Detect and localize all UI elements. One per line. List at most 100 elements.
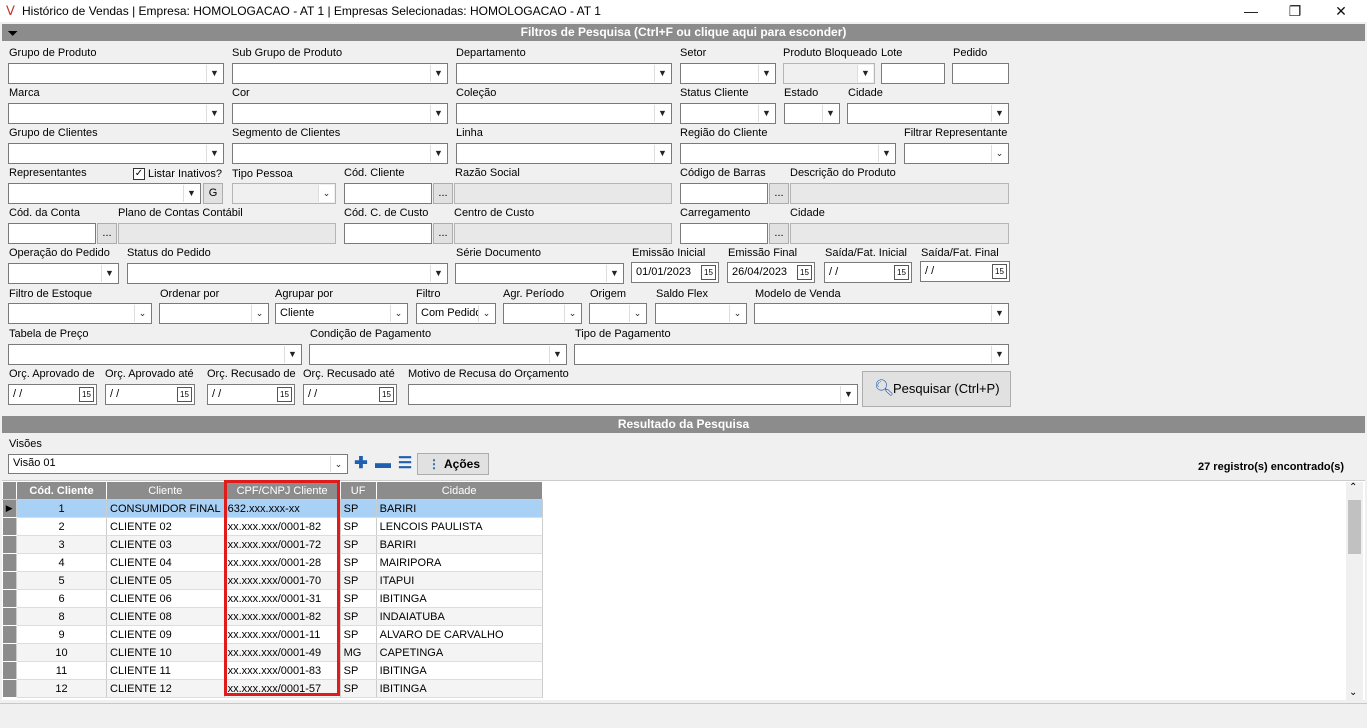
grupo-produto-select[interactable]: ▼ [8,63,224,84]
pedido-input[interactable] [952,63,1009,84]
orc-aprovado-ate-date[interactable]: / / 15 [105,384,195,405]
emissao-final-date[interactable]: 26/04/2023 15 [727,262,815,283]
colecao-select[interactable]: ▼ [456,103,672,124]
close-button[interactable]: ✕ [1318,0,1364,22]
lote-input[interactable] [881,63,945,84]
current-row-arrow-icon[interactable]: ▶ [2,499,17,518]
scroll-down-icon[interactable]: ⌄ [1349,687,1357,698]
linha-select[interactable]: ▼ [456,143,672,164]
serie-documento-select[interactable]: ▼ [455,263,624,284]
listar-inativos-checkbox[interactable]: ✓ [133,168,145,180]
agrupar-por-select[interactable]: Cliente ⌄ [275,303,408,324]
tipo-pagamento-select[interactable]: ▼ [574,344,1009,365]
marca-select[interactable]: ▼ [8,103,224,124]
orc-aprovado-de-date[interactable]: / / 15 [8,384,97,405]
calendar-icon[interactable]: 15 [992,264,1007,279]
carregamento-lookup-button[interactable]: ... [769,223,789,244]
grupo-clientes-select[interactable]: ▼ [8,143,224,164]
row-indicator[interactable] [2,625,17,644]
row-indicator[interactable] [2,643,17,662]
row-indicator[interactable] [2,589,17,608]
vertical-scrollbar[interactable]: ⌃ ⌄ [1346,482,1363,700]
saida-inicial-date[interactable]: / / 15 [824,262,912,283]
cell-uf: SP [340,589,377,608]
status-pedido-select[interactable]: ▼ [127,263,448,284]
column-header-cod-cliente[interactable]: Cód. Cliente [16,481,107,500]
regiao-cliente-select[interactable]: ▼ [680,143,896,164]
calendar-icon[interactable]: 15 [79,387,94,402]
g-button[interactable]: G [203,183,223,204]
setor-select[interactable]: ▼ [680,63,776,84]
calendar-icon[interactable]: 15 [177,387,192,402]
saida-final-date[interactable]: / / 15 [920,261,1010,282]
cod-conta-input[interactable] [8,223,96,244]
filtrar-representante-select[interactable]: ⌄ [904,143,1009,164]
tabela-preco-select[interactable]: ▼ [8,344,302,365]
orc-recusado-ate-date[interactable]: / / 15 [303,384,397,405]
modelo-venda-select[interactable]: ▼ [754,303,1009,324]
row-indicator[interactable] [2,607,17,626]
maximize-button[interactable]: ❐ [1272,0,1318,22]
segmento-clientes-select[interactable]: ▼ [232,143,448,164]
cod-cliente-lookup-button[interactable]: ... [433,183,453,204]
codigo-barras-lookup-button[interactable]: ... [769,183,789,204]
origem-select[interactable]: ⌄ [589,303,647,324]
status-bar [0,703,1367,728]
cell-cod-cliente: 2 [16,517,107,536]
calendar-icon[interactable]: 15 [379,387,394,402]
saldo-flex-select[interactable]: ⌄ [655,303,747,324]
estado-select[interactable]: ▼ [784,103,840,124]
column-header-cidade[interactable]: Cidade [375,481,543,500]
motivo-recusa-select[interactable]: ▼ [408,384,858,405]
results-grid[interactable]: Cód. Cliente Cliente CPF/CNPJ Cliente UF… [2,480,1365,700]
representantes-select[interactable]: ▼ [8,183,201,204]
acoes-button[interactable]: ⋮ Ações [417,453,489,475]
search-button[interactable]: 🔍︎ Pesquisar (Ctrl+P) [862,371,1011,407]
minimize-button[interactable]: — [1228,0,1274,22]
filtro-select[interactable]: Com Pedido ⌄ [416,303,496,324]
status-cliente-select[interactable]: ▼ [680,103,776,124]
emissao-inicial-date[interactable]: 01/01/2023 15 [631,262,719,283]
cod-cliente-input[interactable] [344,183,432,204]
scrollbar-thumb[interactable] [1348,500,1361,554]
scroll-up-icon[interactable]: ⌃ [1349,482,1357,493]
label-setor: Setor [680,47,707,59]
filtro-estoque-select[interactable]: ⌄ [8,303,152,324]
list-menu-icon[interactable]: ☰ [395,454,415,474]
row-indicator[interactable] [2,517,17,536]
condicao-pagamento-select[interactable]: ▼ [309,344,567,365]
calendar-icon[interactable]: 15 [701,265,716,280]
departamento-select[interactable]: ▼ [456,63,672,84]
visao-select[interactable]: Visão 01 ⌄ [8,454,348,474]
tipo-pessoa-select[interactable]: ⌄ [232,183,336,204]
calendar-icon[interactable]: 15 [894,265,909,280]
orc-recusado-de-date[interactable]: / / 15 [207,384,295,405]
column-header-uf[interactable]: UF [339,481,377,500]
label-sub-grupo: Sub Grupo de Produto [232,47,343,59]
cod-conta-lookup-button[interactable]: ... [97,223,117,244]
calendar-icon[interactable]: 15 [277,387,292,402]
label-descricao-produto: Descrição do Produto [790,167,896,179]
row-indicator[interactable] [2,553,17,572]
codigo-barras-input[interactable] [680,183,768,204]
remove-view-icon[interactable]: ▬ [373,454,393,474]
add-view-icon[interactable]: ✚ [351,454,371,474]
row-indicator[interactable] [2,679,17,698]
column-header-cliente[interactable]: Cliente [106,481,225,500]
filters-header[interactable]: ⏷ Filtros de Pesquisa (Ctrl+F ou clique … [2,24,1365,41]
sub-grupo-select[interactable]: ▼ [232,63,448,84]
row-indicator[interactable] [2,661,17,680]
cod-c-custo-lookup-button[interactable]: ... [433,223,453,244]
row-indicator[interactable] [2,571,17,590]
calendar-icon[interactable]: 15 [797,265,812,280]
cidade-select[interactable]: ▼ [847,103,1009,124]
carregamento-input[interactable] [680,223,768,244]
produto-bloqueado-select[interactable]: ▼ [783,63,875,84]
operacao-pedido-select[interactable]: ▼ [8,263,119,284]
ordenar-por-select[interactable]: ⌄ [159,303,269,324]
cor-select[interactable]: ▼ [232,103,448,124]
cod-c-custo-input[interactable] [344,223,432,244]
agr-periodo-select[interactable]: ⌄ [503,303,582,324]
row-indicator[interactable] [2,535,17,554]
cell-cidade: IBITINGA [376,679,543,698]
